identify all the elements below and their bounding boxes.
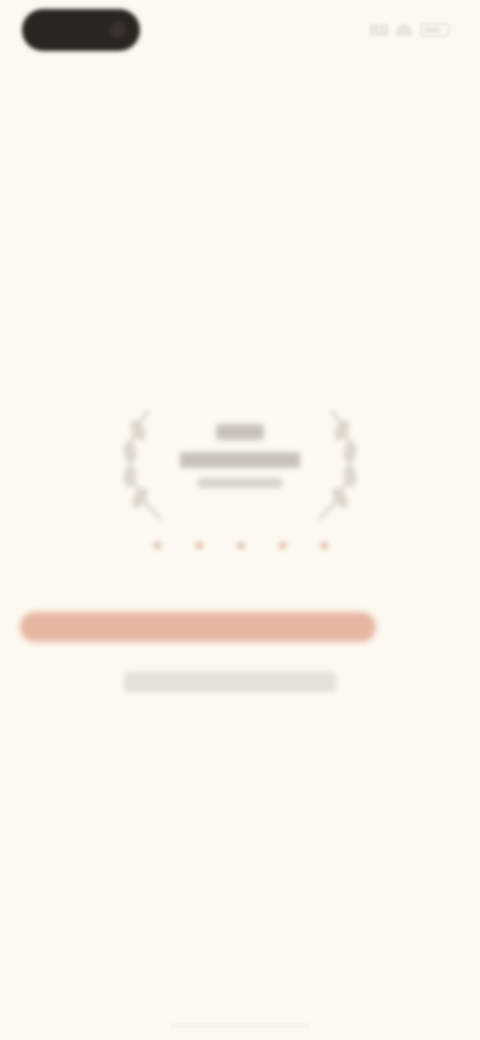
camera-pill xyxy=(22,9,140,51)
star-icon[interactable]: ★ xyxy=(317,537,332,554)
status-icons xyxy=(370,22,450,38)
home-indicator xyxy=(170,1023,310,1028)
camera-dot-icon xyxy=(110,22,126,38)
star-icon[interactable]: ★ xyxy=(233,537,248,554)
star-rating[interactable]: ★ ★ ★ ★ ★ xyxy=(150,534,332,556)
laurel-wreath-icon xyxy=(123,410,357,520)
star-icon[interactable]: ★ xyxy=(275,537,290,554)
signal-icon xyxy=(370,24,388,36)
star-icon[interactable]: ★ xyxy=(192,537,207,554)
award-emblem xyxy=(108,392,372,532)
rating-prompt-screen: ★ ★ ★ ★ ★ xyxy=(0,0,480,1040)
primary-action-button[interactable] xyxy=(20,612,376,642)
secondary-action-link[interactable] xyxy=(124,672,336,692)
wifi-icon xyxy=(396,24,412,36)
status-bar xyxy=(0,0,480,64)
star-icon[interactable]: ★ xyxy=(150,537,165,554)
battery-icon xyxy=(420,23,450,37)
